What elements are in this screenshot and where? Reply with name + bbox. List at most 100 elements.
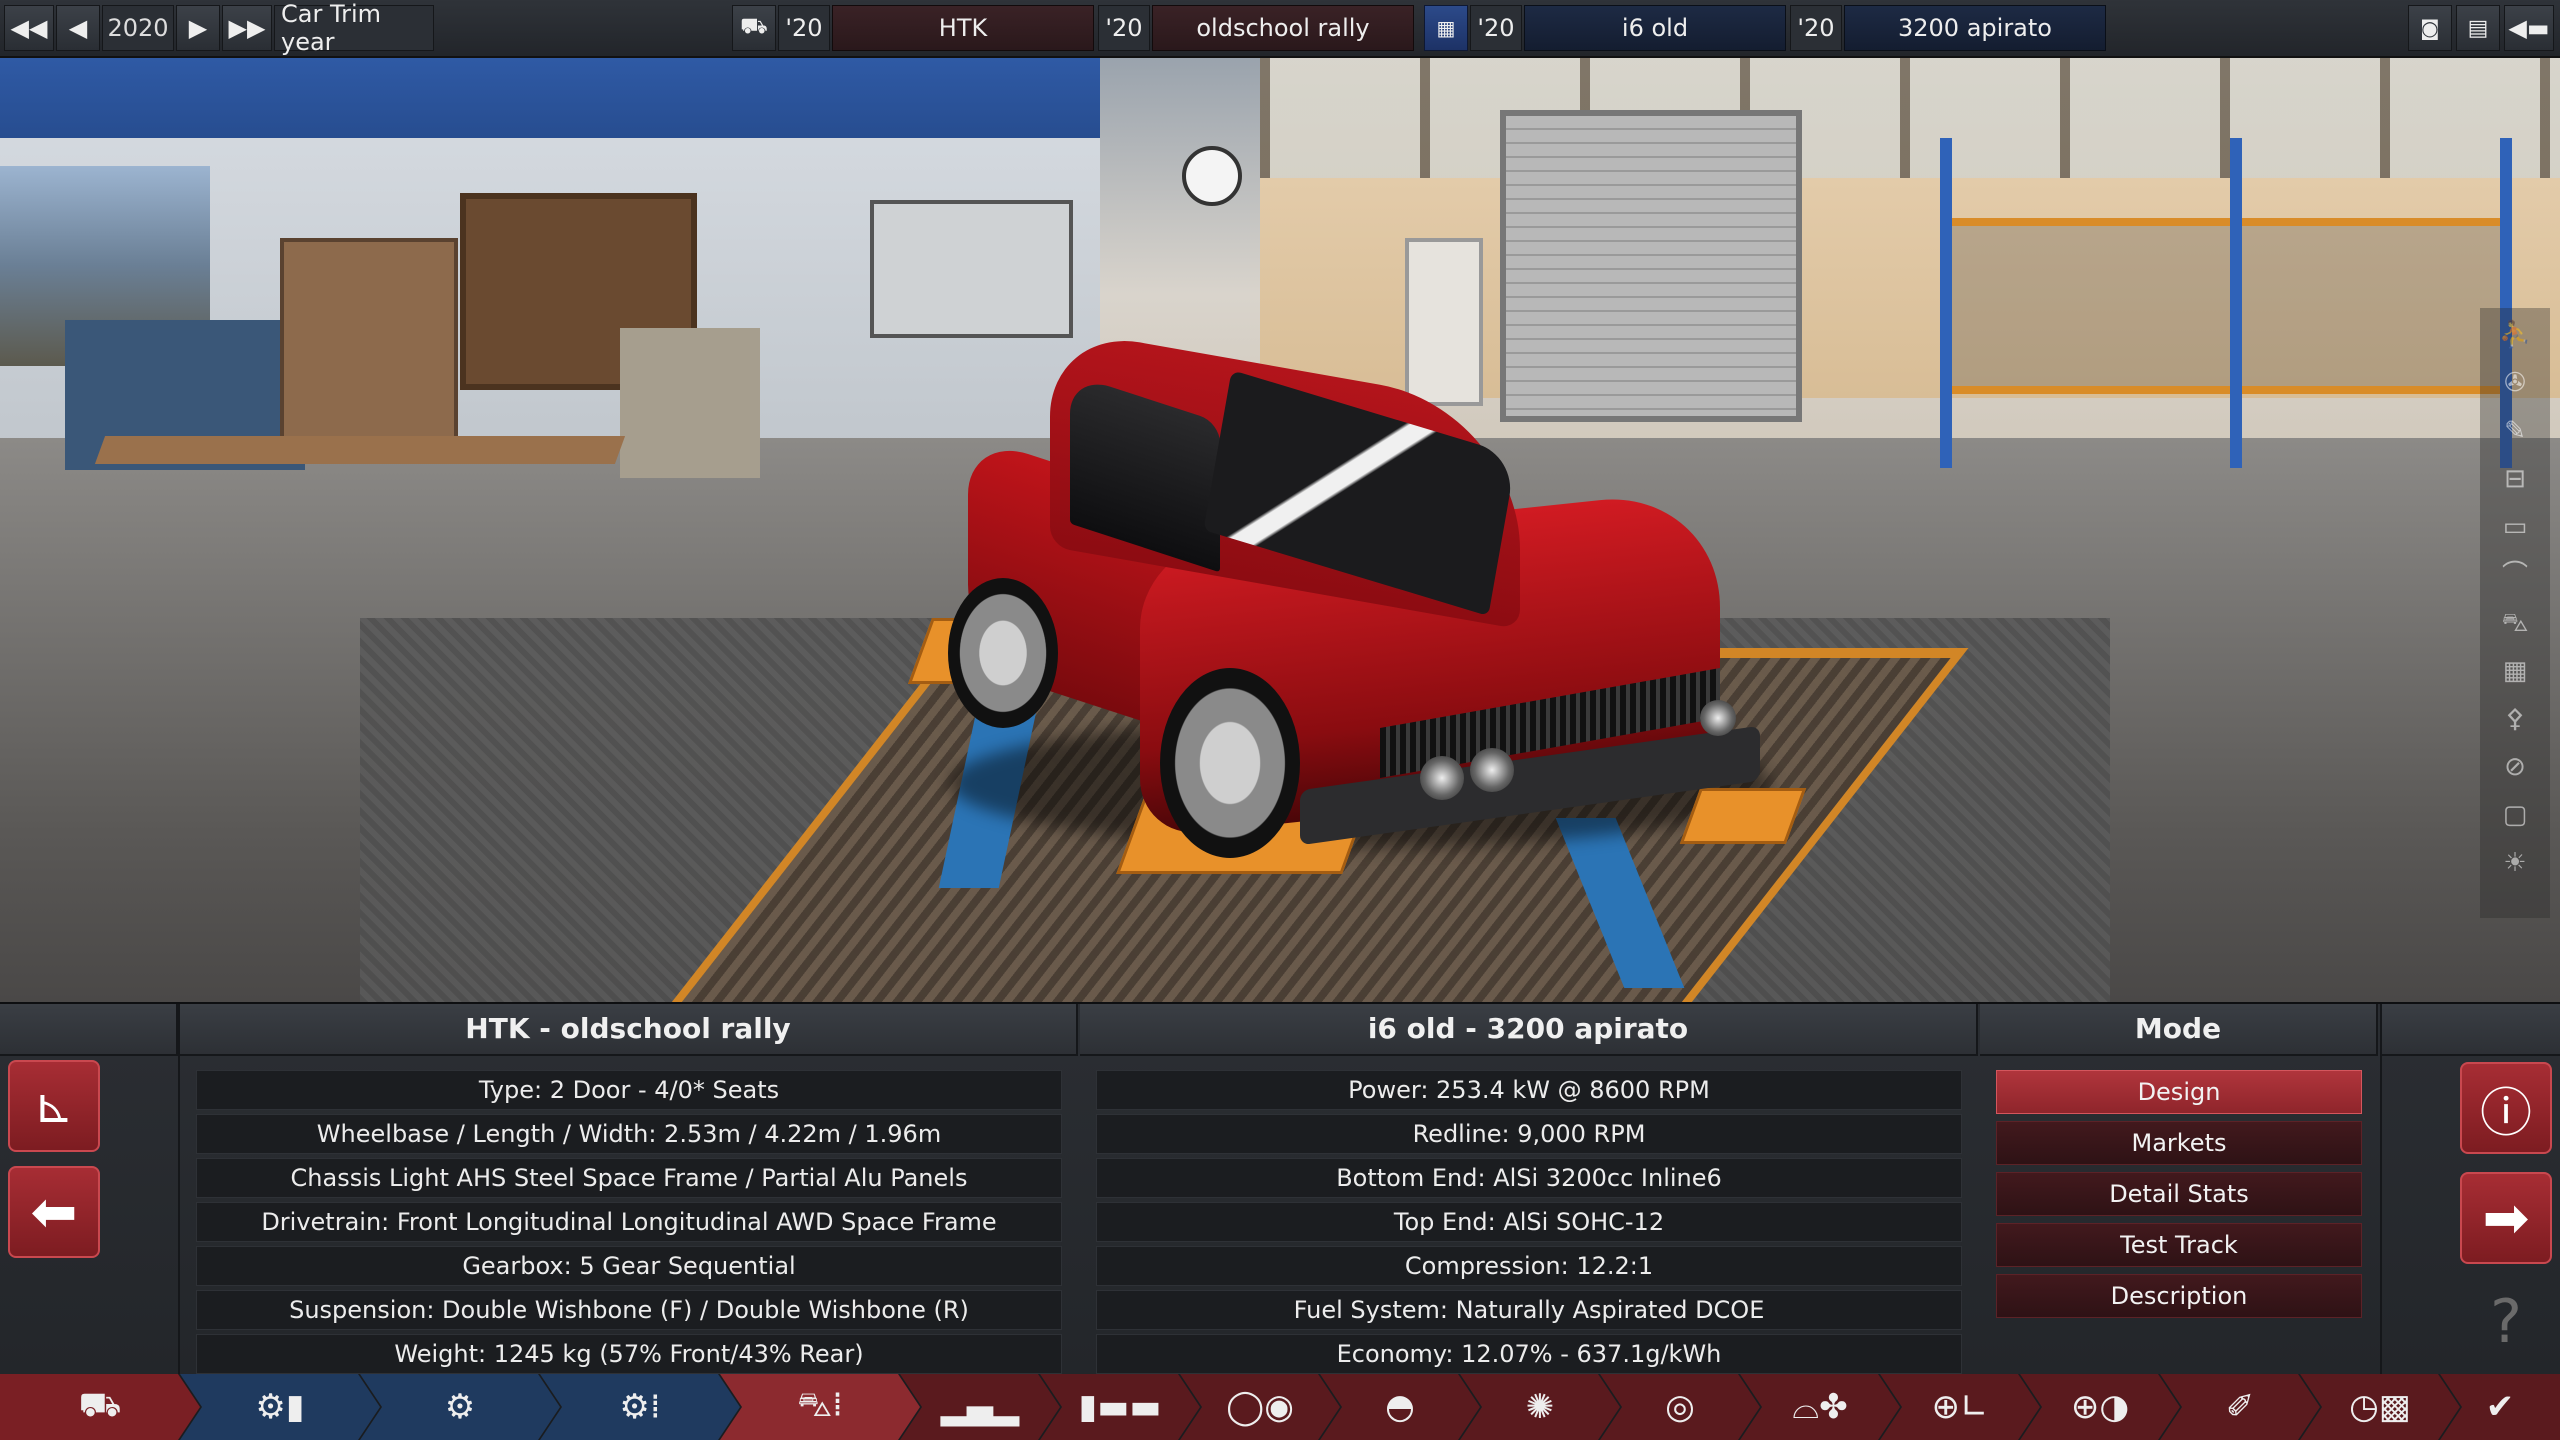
- next-year-button[interactable]: ▶: [176, 5, 220, 51]
- prev-year-button[interactable]: ◀: [56, 5, 100, 51]
- engine-info-row: Top End: AlSi SOHC-12: [1096, 1202, 1962, 1242]
- mode-design-button[interactable]: Design: [1996, 1070, 2362, 1114]
- wheel-icon[interactable]: ✇: [2498, 366, 2532, 400]
- engine-family-icon: ⚙▮: [255, 1387, 305, 1427]
- slider-icon: ▮▬▬: [1078, 1387, 1162, 1427]
- car-model-icon: ⛍⁞: [797, 1384, 843, 1425]
- car-info-row: Gearbox: 5 Gear Sequential: [196, 1246, 1062, 1286]
- axis-button[interactable]: ⊾: [8, 1060, 100, 1152]
- mode-description-button[interactable]: Description: [1996, 1274, 2362, 1318]
- car-info-rows: Type: 2 Door - 4/0* Seats Wheelbase / Le…: [180, 1056, 1078, 1374]
- tab-aero[interactable]: ⌓✤: [1740, 1374, 1900, 1440]
- engine-info-row: Power: 253.4 kW @ 8600 RPM: [1096, 1070, 1962, 1110]
- tab-body[interactable]: ◯◉: [1180, 1374, 1340, 1440]
- steering-seat-icon: ⊕∟: [1931, 1387, 1989, 1427]
- engine-info-title: i6 old - 3200 apirato: [1080, 1004, 1978, 1056]
- left-arrow-icon: ⬅: [30, 1179, 78, 1245]
- tab-brakes[interactable]: ◎: [1600, 1374, 1760, 1440]
- car-info-row: Chassis Light AHS Steel Space Frame / Pa…: [196, 1158, 1062, 1198]
- tab-model[interactable]: ⛍⁞: [720, 1374, 920, 1440]
- mode-markets-button[interactable]: Markets: [1996, 1121, 2362, 1165]
- car-side-icon[interactable]: ⛍: [2498, 606, 2532, 640]
- car-info-column: HTK - oldschool rally Type: 2 Door - 4/0…: [180, 1004, 1078, 1374]
- help-button[interactable]: ?: [2460, 1276, 2552, 1368]
- no-entry-icon[interactable]: ⊘: [2498, 750, 2532, 784]
- front-wheel: [1160, 668, 1300, 858]
- engine-icon[interactable]: ▦: [2498, 654, 2532, 688]
- tab-engine-top[interactable]: ⚙⁞: [540, 1374, 740, 1440]
- right-tools-header: [2382, 1004, 2560, 1056]
- tab-chassis[interactable]: ▂▄▂: [900, 1374, 1060, 1440]
- car-info-row: Type: 2 Door - 4/0* Seats: [196, 1070, 1062, 1110]
- camera-icon: ◙: [2420, 16, 2440, 40]
- calculator-icon: ▤: [2467, 15, 2489, 41]
- last-year-button[interactable]: ▶▶: [222, 5, 272, 51]
- mode-test-track-button[interactable]: Test Track: [1996, 1223, 2362, 1267]
- lift-icon[interactable]: ⚴: [2498, 702, 2532, 736]
- first-year-button[interactable]: ◀◀: [4, 5, 54, 51]
- info-panel: ⊾ ⬅ HTK - oldschool rally Type: 2 Door -…: [0, 1002, 2560, 1376]
- next-icon: ▶: [188, 14, 208, 42]
- car-model-icon-button[interactable]: ⛟: [732, 5, 776, 51]
- body-icon[interactable]: ⌒: [2498, 558, 2532, 592]
- engine-year: '20: [1470, 5, 1522, 51]
- mode-detail-stats-button[interactable]: Detail Stats: [1996, 1172, 2362, 1216]
- engine-info-rows: Power: 253.4 kW @ 8600 RPM Redline: 9,00…: [1080, 1056, 1978, 1374]
- skip-back-icon: ◀◀: [10, 14, 48, 42]
- tab-car[interactable]: ⛟: [0, 1374, 200, 1440]
- back-arrow-icon: ◀▬: [2508, 14, 2550, 42]
- engine-info-column: i6 old - 3200 apirato Power: 253.4 kW @ …: [1080, 1004, 1978, 1374]
- tab-engine-family[interactable]: ⚙▮: [180, 1374, 380, 1440]
- engine-family-select[interactable]: i6 old: [1524, 5, 1786, 51]
- top-bar: ◀◀ ◀ 2020 ▶ ▶▶ Car Trim year ⛟ '20 HTK '…: [0, 0, 2560, 58]
- wooden-shelf: [280, 238, 458, 446]
- prev-icon: ◀: [68, 14, 88, 42]
- screenshot-button[interactable]: ◙: [2408, 5, 2452, 51]
- left-tools-header: [0, 1004, 178, 1056]
- piston-icon: ⚙: [444, 1387, 476, 1427]
- safety-icon: ⊕◑: [2070, 1387, 2130, 1427]
- cylinder-head-icon: ⚙⁞: [619, 1387, 661, 1427]
- model-select[interactable]: HTK: [832, 5, 1094, 51]
- fixture-icon[interactable]: ⊟: [2498, 462, 2532, 496]
- light-bulb-icon[interactable]: ☀: [2498, 846, 2532, 880]
- tab-trim[interactable]: ▮▬▬: [1040, 1374, 1200, 1440]
- garage-viewport[interactable]: ⛹ ✇ ✎ ⊟ ▭ ⌒ ⛍ ▦ ⚴ ⊘ ▢ ☀: [0, 58, 2560, 1002]
- car-model[interactable]: [940, 326, 1780, 858]
- engine-info-row: Redline: 9,000 RPM: [1096, 1114, 1962, 1154]
- checkered-flag-icon: ◷▩: [2349, 1387, 2411, 1427]
- engine-icon-button[interactable]: ▦: [1424, 5, 1468, 51]
- trim-year: '20: [1098, 5, 1150, 51]
- tab-wheels[interactable]: ✺: [1460, 1374, 1620, 1440]
- variant-year: '20: [1790, 5, 1842, 51]
- tab-testing[interactable]: ◷▩: [2300, 1374, 2460, 1440]
- help-icon: ?: [2490, 1287, 2522, 1357]
- calculator-button[interactable]: ▤: [2456, 5, 2500, 51]
- gear-half-icon: ◓: [1385, 1387, 1415, 1427]
- engine-info-row: Fuel System: Naturally Aspirated DCOE: [1096, 1290, 1962, 1330]
- car-icon: ⛟: [740, 14, 768, 39]
- trim-icon[interactable]: ▭: [2498, 510, 2532, 544]
- tab-safety[interactable]: ⊕◑: [2020, 1374, 2180, 1440]
- engine-info-row: Compression: 12.2:1: [1096, 1246, 1962, 1286]
- left-tools: ⊾ ⬅: [0, 1004, 180, 1374]
- frame-icon[interactable]: ▢: [2498, 798, 2532, 832]
- chassis-icon: ▂▄▂: [940, 1387, 1020, 1427]
- trim-select[interactable]: oldschool rally: [1152, 5, 1414, 51]
- engine-info-row: Bottom End: AlSi 3200cc Inline6: [1096, 1158, 1962, 1198]
- spray-icon: ✐: [2225, 1387, 2255, 1427]
- tab-interior[interactable]: ⊕∟: [1880, 1374, 2040, 1440]
- tab-paint[interactable]: ✐: [2160, 1374, 2320, 1440]
- next-button[interactable]: ➡: [2460, 1172, 2552, 1264]
- person-icon[interactable]: ⛹: [2498, 318, 2532, 352]
- headlight: [1700, 700, 1736, 736]
- tab-fixtures[interactable]: ◓: [1320, 1374, 1480, 1440]
- filing-cabinet: [620, 328, 760, 478]
- warnings-button[interactable]: ⓘ: [2460, 1062, 2552, 1154]
- paint-icon[interactable]: ✎: [2498, 414, 2532, 448]
- tab-engine-bottom[interactable]: ⚙: [360, 1374, 560, 1440]
- mode-title: Mode: [1980, 1004, 2378, 1056]
- engine-variant-select[interactable]: 3200 apirato: [1844, 5, 2106, 51]
- previous-button[interactable]: ⬅: [8, 1166, 100, 1258]
- exit-button[interactable]: ◀▬: [2504, 5, 2554, 51]
